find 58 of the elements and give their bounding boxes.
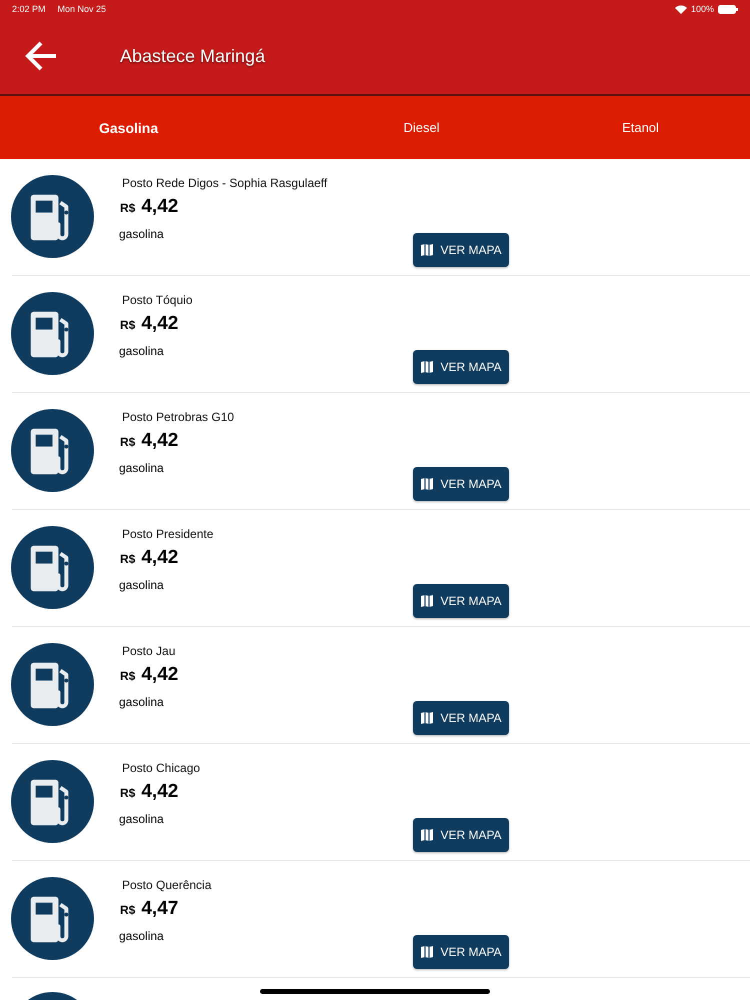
fuel-pump-icon: [11, 526, 94, 609]
price-value: 4,42: [141, 313, 178, 335]
currency-symbol: R$: [120, 903, 136, 917]
fuel-pump-icon: [11, 877, 94, 960]
view-map-button[interactable]: VER MAPA: [413, 818, 509, 852]
map-icon: [420, 711, 434, 725]
fuel-type: gasolina: [119, 929, 165, 943]
currency-symbol: R$: [120, 201, 136, 215]
fuel-tab[interactable]: Diesel: [312, 96, 531, 159]
fuel-type: gasolina: [119, 227, 165, 241]
station-name: Posto Tóquio: [122, 293, 194, 307]
price-value: 4,42: [141, 664, 178, 686]
map-icon: [420, 360, 434, 374]
price-value: 4,42: [141, 196, 178, 218]
map-icon: [420, 477, 434, 491]
fuel-type: gasolina: [119, 578, 165, 592]
fuel-type: gasolina: [119, 344, 165, 358]
station-name: Posto Querência: [122, 878, 212, 892]
fuel-pump-icon: [11, 760, 94, 843]
currency-symbol: R$: [120, 669, 136, 683]
status-time: 2:02 PM: [12, 4, 46, 14]
fuel-type: gasolina: [119, 812, 165, 826]
fuel-tab[interactable]: Gasolina: [0, 96, 312, 159]
view-map-button[interactable]: VER MAPA: [413, 584, 509, 618]
price-value: 4,47: [141, 898, 178, 920]
fuel-tab[interactable]: Etanol: [531, 96, 750, 159]
price-value: 4,42: [141, 547, 178, 569]
wifi-icon: [674, 4, 687, 14]
battery-percent: 100%: [690, 4, 714, 14]
fuel-pump-icon: [11, 292, 94, 375]
battery-icon: [718, 4, 738, 14]
view-map-button[interactable]: VER MAPA: [413, 935, 509, 969]
map-icon: [420, 945, 434, 959]
view-map-button[interactable]: VER MAPA: [413, 233, 509, 267]
station-name: Posto Jau: [122, 644, 176, 658]
currency-symbol: R$: [120, 552, 136, 566]
view-map-button[interactable]: VER MAPA: [413, 701, 509, 735]
map-icon: [420, 594, 434, 608]
fuel-pump-icon: [11, 175, 94, 258]
currency-symbol: R$: [120, 318, 136, 332]
station-name: Posto Chicago: [122, 761, 202, 775]
currency-symbol: R$: [120, 435, 136, 449]
app-title: Abastece Maringá: [120, 46, 266, 66]
station-name: Posto Rede Digos - Sophia Rasgulaeff: [122, 176, 328, 190]
map-icon: [420, 243, 434, 257]
map-icon: [420, 828, 434, 842]
fuel-type: gasolina: [119, 461, 165, 475]
price-value: 4,42: [141, 430, 178, 452]
station-name: Posto Presidente: [122, 527, 214, 541]
fuel-pump-icon: [11, 643, 94, 726]
currency-symbol: R$: [120, 786, 136, 800]
fuel-pump-icon: [11, 409, 94, 492]
view-map-button[interactable]: VER MAPA: [413, 350, 509, 384]
status-date: Mon Nov 25: [58, 4, 106, 14]
price-value: 4,42: [141, 781, 178, 803]
station-name: Posto Petrobras G10: [122, 410, 236, 424]
view-map-button[interactable]: VER MAPA: [413, 467, 509, 501]
fuel-type: gasolina: [119, 695, 165, 709]
